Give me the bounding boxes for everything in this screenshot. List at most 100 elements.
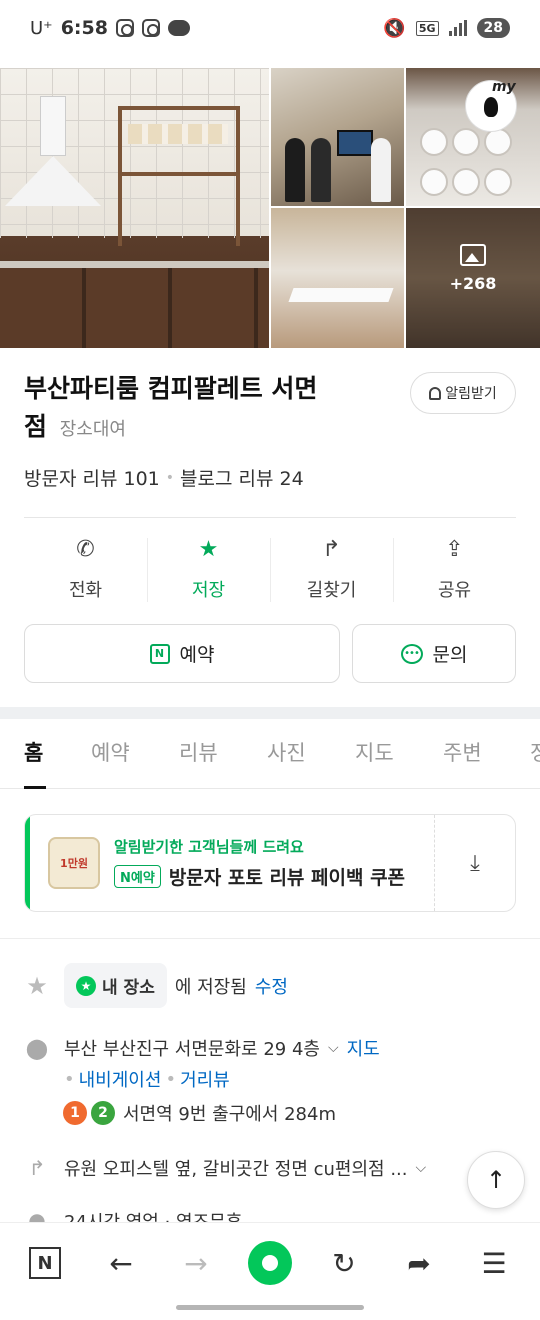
primary-buttons: N 예약 ••• 문의 [24,624,516,683]
directions-row[interactable]: ↱ 유원 오피스텔 옆, 갈비곳간 정면 cu편의점 ... ⌵ [24,1155,434,1181]
alarm-button[interactable]: 알림받기 [410,372,516,414]
arrow-right-icon: → [184,1246,208,1280]
tab-bar: 홈 예약 리뷰 사진 지도 주변 정 [0,719,540,789]
review-summary: 방문자 리뷰 101 • 블로그 리뷰 24 [24,464,304,491]
star-icon: ★ [76,975,96,996]
arrow-left-icon: ← [109,1246,133,1280]
chevron-down-icon[interactable]: ⌵ [328,1040,339,1056]
saved-row: ★ ★ 내 장소 에 저장됨 수정 [24,963,288,1008]
image-icon [460,244,486,266]
bell-icon [429,386,442,400]
naver-home-button[interactable]: N [20,1241,70,1285]
separator-dot: • [165,469,175,486]
divider [0,938,540,939]
refresh-icon: ↻ [332,1246,356,1280]
section-separator [0,707,540,719]
save-button[interactable]: ★ 저장 [147,530,270,610]
photo-hall[interactable] [271,208,404,348]
location-pin-icon: ⬤ [25,1036,49,1060]
tab-reservation[interactable]: 예약 [91,737,130,767]
coupon-banner[interactable]: 1만원 알림받기한 고객님들께 드려요 N예약 방문자 포토 리뷰 페이백 쿠폰… [24,814,516,912]
share-icon: ⇪ [445,537,464,562]
saved-text: 에 저장됨 [174,976,247,998]
chevron-down-icon[interactable]: ⌵ [415,1160,426,1176]
call-button[interactable]: ✆ 전화 [24,530,147,610]
instagram-icon [141,19,160,37]
directions-text: 유원 오피스텔 옆, 갈비곳간 정면 cu편의점 ... [64,1159,408,1180]
photo-gallery[interactable]: +268 [0,68,540,348]
coupon-thumbnail: 1만원 [48,837,100,889]
tab-reviews[interactable]: 리뷰 [179,737,218,767]
divider [24,517,516,518]
back-button[interactable]: ← [96,1241,146,1285]
address-links: • 내비게이션 • 거리뷰 [64,1066,230,1092]
blog-reviews-link[interactable]: 블로그 리뷰 24 [180,464,304,491]
naver-n-icon: N [29,1247,61,1279]
menu-icon: ☰ [481,1246,507,1280]
green-dot-icon [248,1241,292,1285]
edit-link[interactable]: 수정 [255,973,288,999]
hours-text: 24시간 영업 · 영즈무휴 [64,1208,242,1222]
street-view-link[interactable]: 거리뷰 [180,1066,230,1092]
my-badge[interactable]: my [465,79,517,132]
share-arrow-icon: ➦ [407,1246,431,1280]
tab-photos[interactable]: 사진 [267,737,306,767]
chat-icon: ••• [400,643,423,664]
hours-row[interactable]: ● 24시간 영업 · 영즈무휴 [24,1208,242,1222]
more-photos-count: +268 [449,274,497,293]
directions-button[interactable]: ↱ 길찾기 [270,530,393,610]
tab-nearby[interactable]: 주변 [443,737,482,767]
clock-icon: ● [28,1208,46,1222]
inquiry-button[interactable]: ••• 문의 [352,624,516,683]
arrow-up-icon: ↑ [485,1166,507,1194]
subway-line-1-badge: 1 [63,1101,87,1125]
forward-button[interactable]: → [171,1241,221,1285]
map-link[interactable]: 지도 [347,1035,380,1061]
directions-icon: ↱ [28,1156,46,1180]
green-dot-button[interactable] [245,1241,295,1285]
tab-home[interactable]: 홈 [24,737,43,767]
phone-icon: ✆ [76,537,95,562]
active-tab-indicator [24,786,46,789]
naver-reservation-badge: N예약 [114,865,161,888]
tab-map[interactable]: 지도 [355,737,394,767]
address-text[interactable]: 부산 부산진구 서면문화로 29 4층 [64,1035,320,1061]
place-category: 장소대여 [59,419,126,440]
scroll-top-button[interactable]: ↑ [467,1151,525,1209]
address-row: ⬤ 부산 부산진구 서면문화로 29 4층 ⌵ 지도 [24,1035,380,1061]
naver-calendar-icon: N [149,643,170,664]
coupon-title: 방문자 포토 리뷰 페이백 쿠폰 [168,867,406,889]
star-icon: ★ [198,537,219,562]
clock: 6:58 [60,17,108,39]
tab-info[interactable]: 정 [530,737,540,767]
instagram-icon [115,19,134,37]
messenger-icon [167,20,190,36]
avatar [484,97,498,117]
signal-icon [448,20,467,36]
battery-indicator: 28 [476,18,510,38]
coupon-download-button[interactable]: ⤓ [435,815,515,911]
download-icon: ⤓ [470,850,480,876]
mute-icon: 🔇 [383,17,406,39]
visitor-reviews-link[interactable]: 방문자 리뷰 101 [24,464,160,491]
my-place-chip[interactable]: ★ 내 장소 [64,963,167,1008]
carrier-label: U⁺ [30,17,53,39]
network-type: 5G [415,20,439,36]
action-bar: ✆ 전화 ★ 저장 ↱ 길찾기 ⇪ 공유 [24,530,516,610]
share-page-button[interactable]: ➦ [394,1241,444,1285]
alarm-label: 알림받기 [445,386,497,402]
more-photos[interactable]: +268 [406,244,540,293]
subway-row: 1 2 서면역 9번 출구에서 284m [63,1100,336,1126]
navigation-link[interactable]: 내비게이션 [79,1066,162,1092]
reserve-button[interactable]: N 예약 [24,624,340,683]
photo-guests[interactable] [271,68,404,206]
place-name: 부산파티룸 컴피팔레트 서면 점 장소대여 [24,374,318,441]
directions-icon: ↱ [322,537,341,562]
refresh-button[interactable]: ↻ [319,1241,369,1285]
photo-kitchen[interactable] [0,68,269,348]
share-button[interactable]: ⇪ 공유 [393,530,516,610]
menu-button[interactable]: ☰ [469,1241,519,1285]
gesture-bar[interactable] [176,1305,364,1310]
my-badge-label: my [492,79,516,95]
subway-line-2-badge: 2 [91,1101,115,1125]
